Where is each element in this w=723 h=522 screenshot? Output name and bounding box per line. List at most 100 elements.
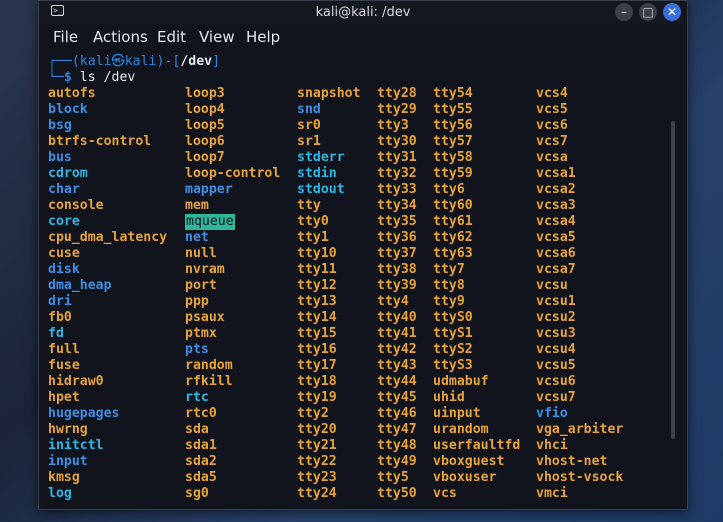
listing-entry-uinput: uinput (433, 406, 481, 421)
menu-edit[interactable]: Edit (157, 28, 186, 46)
listing-entry-tty7: tty7 (433, 262, 465, 277)
listing-entry-vcsa3: vcsa3 (536, 198, 576, 213)
scrollbar[interactable] (671, 121, 675, 439)
listing-entry-snd: snd (297, 102, 321, 117)
listing-entry-urandom: urandom (433, 422, 489, 437)
listing-entry-mapper: mapper (185, 182, 233, 197)
listing-entry-tty21: tty21 (297, 438, 337, 453)
listing-entry-tty59: tty59 (433, 166, 473, 181)
listing-entry-tty14: tty14 (297, 310, 337, 325)
listing-entry-dma_heap: dma_heap (48, 278, 112, 293)
listing-entry-tty0: tty0 (297, 214, 329, 229)
terminal-output[interactable]: ┌──(kali㉿kali)-[/dev] └─$ ls /dev autofs… (39, 49, 687, 509)
listing-entry-loop4: loop4 (185, 102, 225, 117)
listing-entry-tty9: tty9 (433, 294, 465, 309)
listing-entry-hidraw0: hidraw0 (48, 374, 104, 389)
listing-entry-tty48: tty48 (377, 438, 417, 453)
listing-entry-vboxuser: vboxuser (433, 470, 497, 485)
listing-entry-rfkill: rfkill (185, 374, 233, 389)
prompt-line-2: └─$ ls /dev (48, 70, 135, 86)
listing-entry-tty49: tty49 (377, 454, 417, 469)
listing-entry-rtc: rtc (185, 390, 209, 405)
listing-entry-vcsu2: vcsu2 (536, 310, 576, 325)
listing-entry-full: full (48, 342, 80, 357)
listing-entry-vboxguest: vboxguest (433, 454, 505, 469)
listing-entry-ttyS2: ttyS2 (433, 342, 473, 357)
listing-entry-random: random (185, 358, 233, 373)
listing-entry-vcs6: vcs6 (536, 118, 568, 133)
maximize-button[interactable]: □ (639, 3, 657, 21)
listing-entry-vcsu5: vcsu5 (536, 358, 576, 373)
listing-entry-mem: mem (185, 198, 209, 213)
listing-entry-tty22: tty22 (297, 454, 337, 469)
listing-entry-cpu_dma_latency: cpu_dma_latency (48, 230, 168, 245)
listing-entry-pts: pts (185, 342, 209, 357)
listing-entry-vmci: vmci (536, 486, 568, 501)
title-bar[interactable]: >_ kali@kali: /dev – □ ✕ (39, 1, 687, 24)
listing-entry-sg0: sg0 (185, 486, 209, 501)
prompt-path: /dev (180, 54, 213, 69)
listing-entry-vcsu4: vcsu4 (536, 342, 576, 357)
listing-entry-tty19: tty19 (297, 390, 337, 405)
listing-entry-ttyS1: ttyS1 (433, 326, 473, 341)
listing-entry-tty33: tty33 (377, 182, 417, 197)
listing-entry-tty40: tty40 (377, 310, 417, 325)
listing-entry-tty23: tty23 (297, 470, 337, 485)
listing-entry-disk: disk (48, 262, 80, 277)
prompt-at-symbol: ㉿ (111, 54, 125, 69)
listing-entry-tty28: tty28 (377, 86, 417, 101)
menu-actions[interactable]: Actions (93, 28, 148, 46)
listing-entry-userfaultfd: userfaultfd (433, 438, 521, 453)
listing-entry-tty55: tty55 (433, 102, 473, 117)
listing-entry-sda2: sda2 (185, 454, 217, 469)
listing-entry-char: char (48, 182, 80, 197)
listing-entry-tty10: tty10 (297, 246, 337, 261)
listing-entry-tty38: tty38 (377, 262, 417, 277)
listing-entry-cdrom: cdrom (48, 166, 88, 181)
listing-entry-tty58: tty58 (433, 150, 473, 165)
listing-entry-vcsa6: vcsa6 (536, 246, 576, 261)
listing-entry-tty2: tty2 (297, 406, 329, 421)
listing-entry-initctl: initctl (48, 438, 104, 453)
listing-entry-vcsu7: vcsu7 (536, 390, 576, 405)
prompt-dollar: $ (63, 70, 72, 85)
listing-entry-vcsa7: vcsa7 (536, 262, 576, 277)
listing-entry-cuse: cuse (48, 246, 80, 261)
listing-entry-bus: bus (48, 150, 72, 165)
listing-entry-psaux: psaux (185, 310, 225, 325)
listing-entry-sda1: sda1 (185, 438, 217, 453)
listing-entry-autofs: autofs (48, 86, 96, 101)
listing-entry-vhost-vsock: vhost-vsock (536, 470, 624, 485)
listing-entry-vcs7: vcs7 (536, 134, 568, 149)
listing-entry-stderr: stderr (297, 150, 345, 165)
prompt-close: ] (212, 54, 221, 69)
listing-entry-vcs5: vcs5 (536, 102, 568, 117)
listing-entry-tty4: tty4 (377, 294, 409, 309)
listing-entry-ttyS3: ttyS3 (433, 358, 473, 373)
listing-entry-ptmx: ptmx (185, 326, 217, 341)
listing-entry-console: console (48, 198, 104, 213)
listing-entry-fb0: fb0 (48, 310, 72, 325)
listing-entry-nvram: nvram (185, 262, 225, 277)
listing-entry-tty16: tty16 (297, 342, 337, 357)
minimize-button[interactable]: – (615, 3, 633, 21)
menu-help[interactable]: Help (246, 28, 280, 46)
listing-entry-vcsa: vcsa (536, 150, 568, 165)
listing-entry-vcs4: vcs4 (536, 86, 568, 101)
listing-entry-tty6: tty6 (433, 182, 465, 197)
listing-entry-tty35: tty35 (377, 214, 417, 229)
listing-entry-tty5: tty5 (377, 470, 409, 485)
listing-entry-tty30: tty30 (377, 134, 417, 149)
listing-entry-vfio: vfio (536, 406, 568, 421)
listing-entry-loop5: loop5 (185, 118, 225, 133)
listing-entry-vcsa1: vcsa1 (536, 166, 576, 181)
menu-file[interactable]: File (53, 28, 78, 46)
close-button[interactable]: ✕ (663, 3, 681, 21)
listing-entry-tty36: tty36 (377, 230, 417, 245)
menu-view[interactable]: View (199, 28, 235, 46)
listing-entry-rtc0: rtc0 (185, 406, 217, 421)
listing-entry-mqueue: mqueue (185, 214, 235, 230)
prompt-sep: )-[ (156, 54, 181, 69)
listing-entry-block: block (48, 102, 88, 117)
listing-entry-tty20: tty20 (297, 422, 337, 437)
